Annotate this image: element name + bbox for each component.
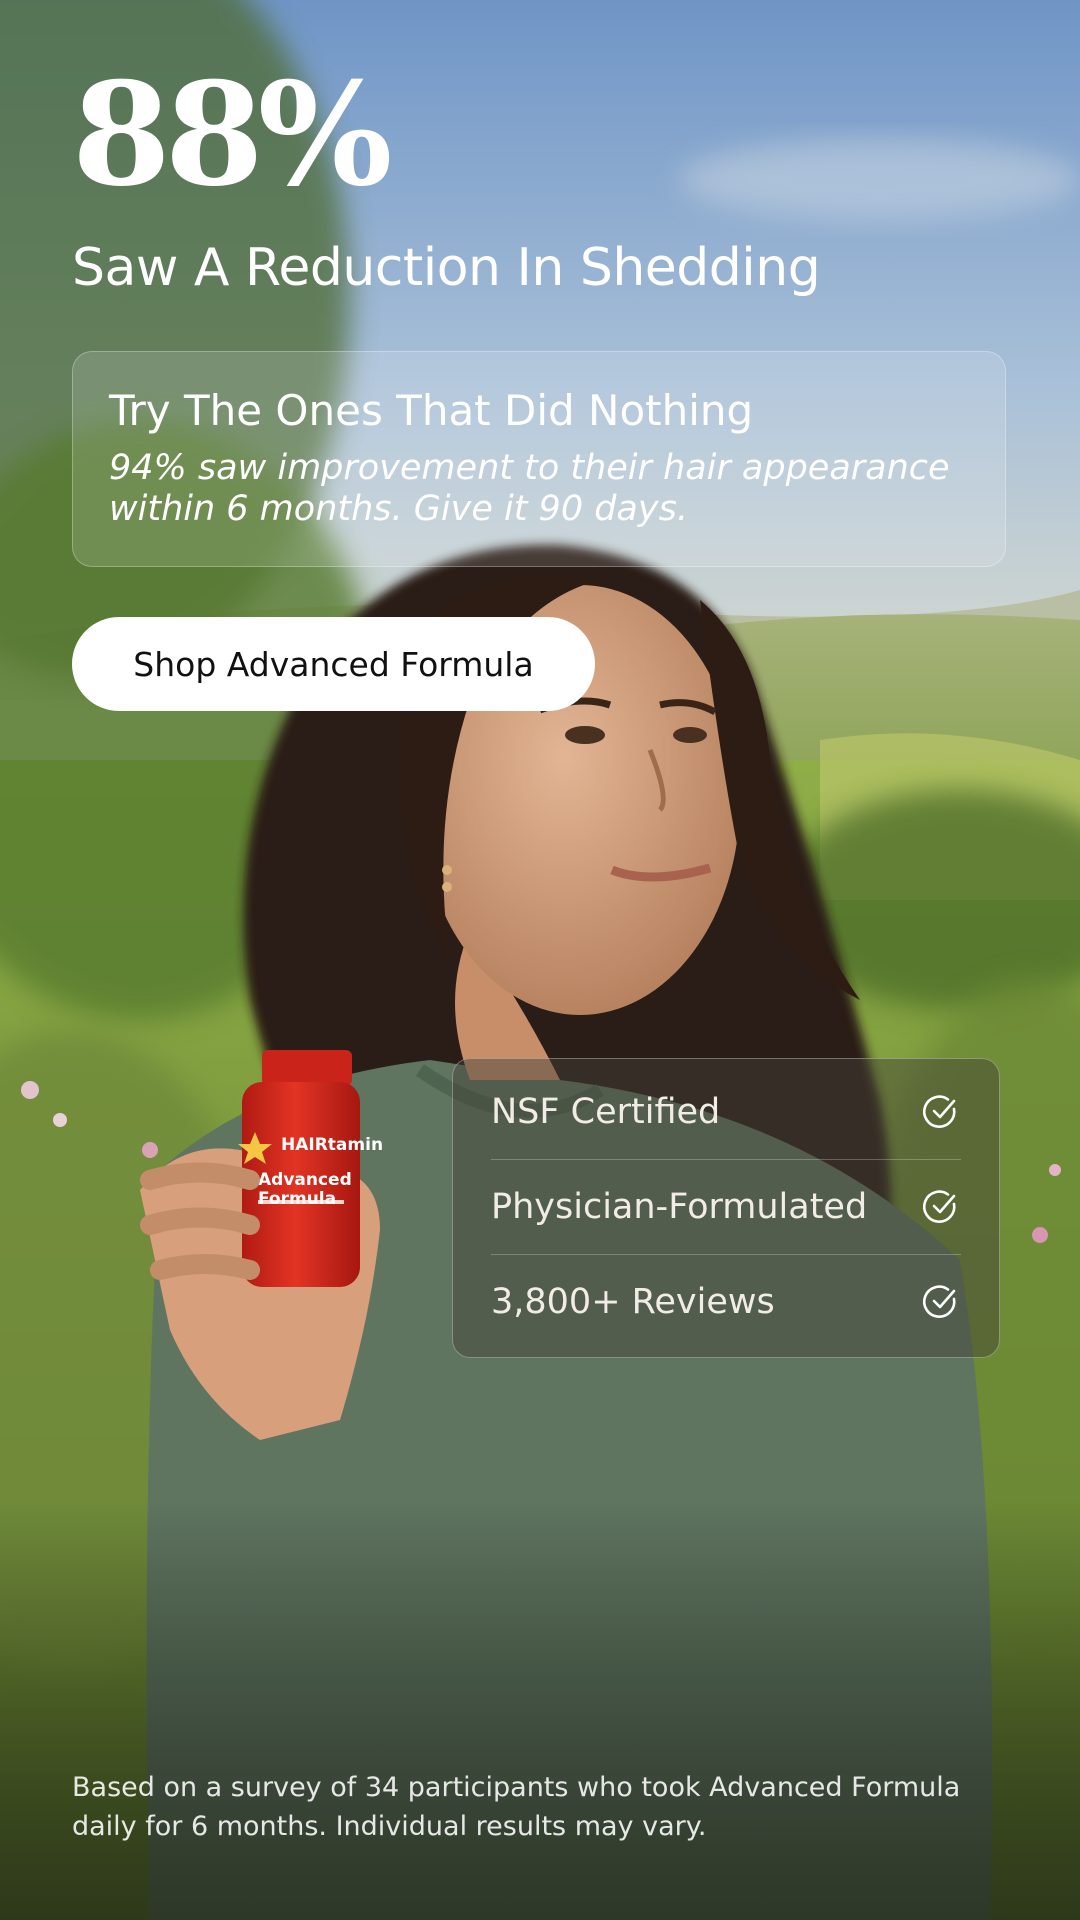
bottle-name-line2: Formula bbox=[258, 1189, 336, 1209]
promo-card: Try The Ones That Did Nothing 94% saw im… bbox=[72, 351, 1006, 567]
promo-title: Try The Ones That Did Nothing bbox=[109, 386, 754, 435]
check-circle-icon bbox=[922, 1285, 956, 1318]
badge-label: Physician-Formulated bbox=[491, 1187, 868, 1227]
trust-badges-card: NSF Certified Physician-Formulated 3,800… bbox=[452, 1058, 1000, 1358]
bottle-brand: HAIRtamin bbox=[281, 1135, 383, 1155]
badge-physician-formulated: Physician-Formulated bbox=[491, 1160, 961, 1255]
check-circle-icon bbox=[922, 1095, 956, 1128]
badge-label: NSF Certified bbox=[491, 1092, 721, 1132]
survey-disclaimer: Based on a survey of 34 participants who… bbox=[72, 1772, 961, 1843]
check-circle-icon bbox=[922, 1190, 956, 1223]
headline: Saw A Reduction In Shedding bbox=[72, 238, 821, 298]
badge-label: 3,800+ Reviews bbox=[491, 1282, 775, 1322]
promo-body: 94% saw improvement to their hair appear… bbox=[109, 448, 950, 529]
bottle-name-line1: Advanced bbox=[258, 1170, 352, 1190]
shop-advanced-formula-button[interactable]: Shop Advanced Formula bbox=[72, 617, 595, 711]
badge-reviews: 3,800+ Reviews bbox=[491, 1255, 961, 1349]
badge-nsf-certified: NSF Certified bbox=[491, 1065, 961, 1160]
stat-value: 88% bbox=[72, 52, 393, 218]
